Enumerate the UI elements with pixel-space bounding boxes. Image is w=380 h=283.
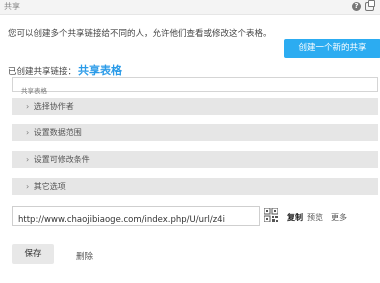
section-data-range[interactable]: › 设置数据范围 bbox=[12, 124, 378, 141]
maximize-icon[interactable] bbox=[365, 0, 375, 11]
chevron-right-icon: › bbox=[26, 128, 30, 137]
chevron-right-icon: › bbox=[26, 155, 30, 164]
section-label: 选择协作者 bbox=[33, 102, 74, 111]
share-url-field[interactable] bbox=[12, 206, 260, 226]
dialog-title: 共享 bbox=[4, 2, 20, 11]
preview-link-button[interactable]: 预览 bbox=[307, 212, 323, 223]
help-icon[interactable]: ? bbox=[352, 2, 361, 11]
section-label: 设置可修改条件 bbox=[33, 155, 90, 164]
chevron-right-icon: › bbox=[26, 102, 30, 111]
titlebar-icons: ? bbox=[352, 0, 375, 11]
create-share-button[interactable]: 创建一个新的共享 bbox=[284, 39, 380, 58]
section-select-collaborators[interactable]: › 选择协作者 bbox=[12, 98, 378, 115]
section-label: 其它选项 bbox=[33, 182, 66, 191]
section-edit-conditions[interactable]: › 设置可修改条件 bbox=[12, 151, 378, 168]
share-name-field[interactable] bbox=[12, 77, 378, 98]
created-share-link: 已创建共享链接： 共享表格 bbox=[8, 62, 122, 78]
more-options-button[interactable]: 更多 bbox=[331, 212, 347, 223]
intro-text: 您可以创建多个共享链接给不同的人，允许他们查看或修改这个表格。 bbox=[8, 29, 272, 39]
dialog-titlebar: 共享 ? bbox=[0, 0, 380, 15]
section-label: 设置数据范围 bbox=[33, 128, 82, 137]
created-sheet-link[interactable]: 共享表格 bbox=[78, 64, 122, 77]
save-button[interactable]: 保存 bbox=[12, 244, 54, 264]
qr-code-icon[interactable] bbox=[264, 208, 278, 222]
copy-link-button[interactable]: 复制 bbox=[287, 212, 303, 223]
created-label: 已创建共享链接： bbox=[8, 67, 77, 77]
delete-button[interactable]: 删除 bbox=[76, 250, 93, 262]
share-url-input[interactable] bbox=[13, 211, 259, 225]
section-other-options[interactable]: › 其它选项 bbox=[12, 178, 378, 195]
share-name-input[interactable] bbox=[13, 84, 377, 98]
chevron-right-icon: › bbox=[26, 182, 30, 191]
